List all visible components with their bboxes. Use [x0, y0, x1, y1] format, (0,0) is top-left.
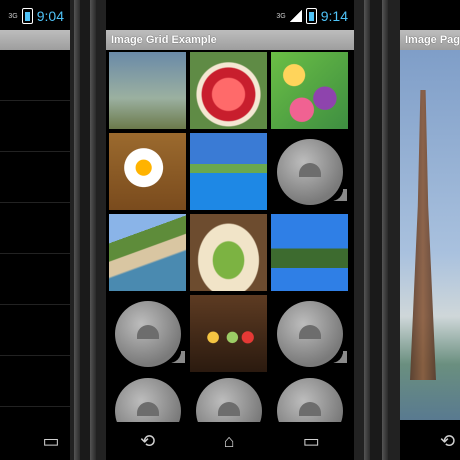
right-screen: Image Page ⟲ [400, 0, 460, 460]
grid-item[interactable] [271, 133, 348, 210]
right-nav-bar: ⟲ [400, 422, 460, 460]
grid-item[interactable] [271, 295, 348, 372]
back-icon[interactable]: ⟲ [440, 431, 455, 452]
right-phone: Image Page ⟲ [382, 0, 460, 460]
grid-item[interactable] [190, 214, 267, 291]
home-icon[interactable]: ⌂ [224, 431, 235, 452]
grid-item[interactable] [109, 295, 186, 372]
battery-icon [21, 8, 33, 24]
grid-item[interactable] [271, 52, 348, 129]
right-bezel [382, 0, 388, 460]
network-icon: 3G [8, 12, 18, 20]
right-page-title: Image Page [400, 30, 460, 50]
recent-apps-icon[interactable]: ▭ [42, 431, 59, 452]
center-phone: 3G 9:14 Image Grid Example ⟲ ⌂ ▭ [90, 0, 370, 460]
left-phone: 3G 9:04 ▭ [0, 0, 80, 460]
android-placeholder-icon [276, 300, 347, 367]
network-icon: 3G [276, 12, 286, 20]
left-bezel [74, 0, 80, 460]
android-placeholder-icon [114, 300, 185, 367]
grid-item[interactable] [190, 52, 267, 129]
center-bezel-left [90, 0, 96, 460]
battery-icon [305, 8, 317, 24]
left-status-bar: 3G 9:04 [0, 0, 70, 30]
left-list [0, 50, 70, 420]
clock: 9:14 [320, 8, 348, 24]
left-nav-bar: ▭ [0, 422, 70, 460]
back-icon[interactable]: ⟲ [140, 431, 155, 452]
grid-item[interactable] [190, 295, 267, 372]
nav-bar: ⟲ ⌂ ▭ [106, 422, 354, 460]
page-title: Image Grid Example [106, 30, 354, 50]
status-bar: 3G 9:14 [106, 0, 354, 30]
center-bezel-right [364, 0, 370, 460]
left-screen: 3G 9:04 ▭ [0, 0, 70, 460]
signal-icon [289, 10, 302, 22]
eiffel-image [400, 50, 460, 420]
android-placeholder-icon [276, 138, 347, 205]
recent-apps-icon[interactable]: ▭ [303, 431, 320, 452]
grid-item[interactable] [109, 214, 186, 291]
left-title-bar [0, 30, 70, 50]
center-screen: 3G 9:14 Image Grid Example ⟲ ⌂ ▭ [106, 0, 354, 460]
grid-item[interactable] [271, 214, 348, 291]
grid-item[interactable] [109, 52, 186, 129]
right-status-bar [400, 0, 460, 30]
grid-item[interactable] [190, 133, 267, 210]
left-clock: 9:04 [36, 8, 64, 24]
grid-item[interactable] [109, 133, 186, 210]
